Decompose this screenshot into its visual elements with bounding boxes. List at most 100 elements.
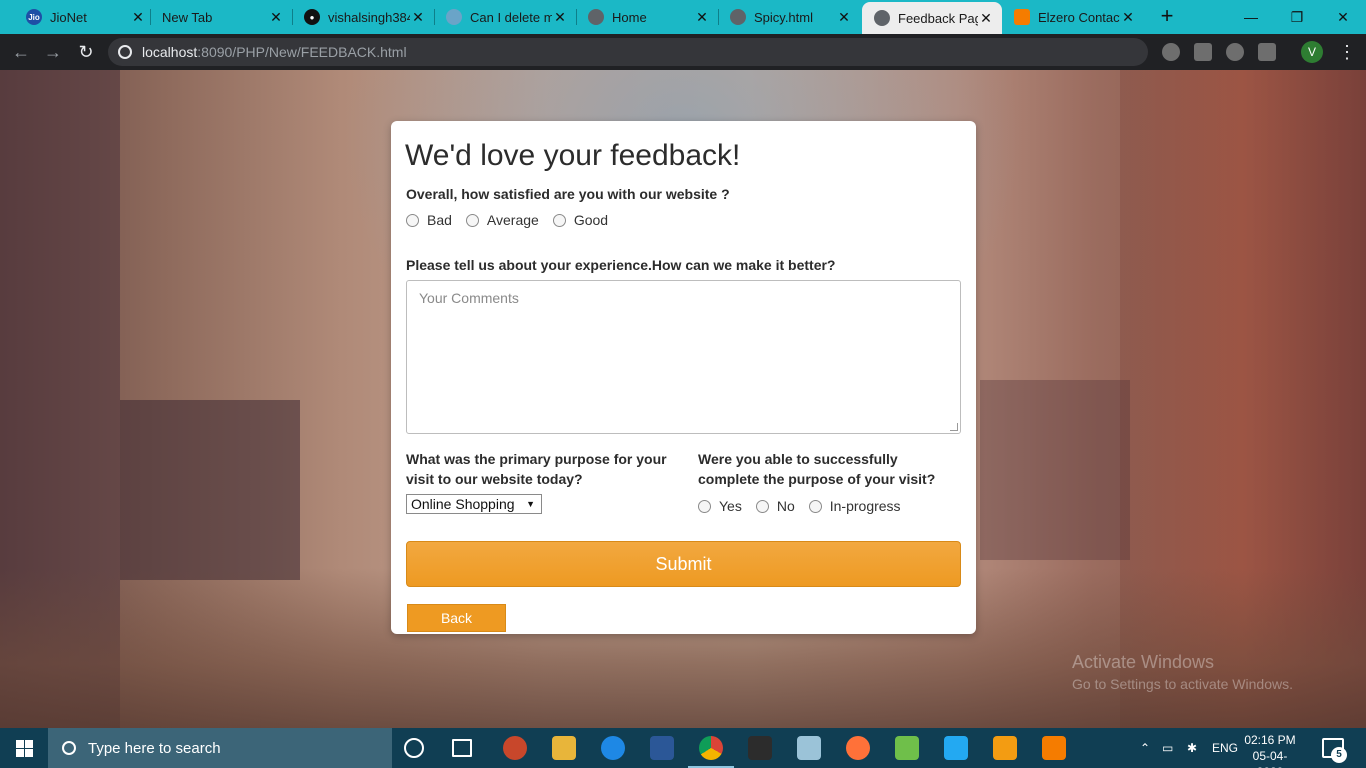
close-icon[interactable]: ✕ <box>978 10 994 27</box>
url-host: localhost <box>142 44 198 60</box>
search-placeholder: Type here to search <box>88 739 221 757</box>
tab-strip: Jio JioNet ✕ New Tab ✕ ● vishalsingh384 … <box>0 0 1366 34</box>
windows-icon <box>15 739 33 757</box>
close-window-button[interactable]: ✕ <box>1320 0 1366 34</box>
close-icon[interactable]: ✕ <box>552 9 568 26</box>
close-icon[interactable]: ✕ <box>1120 9 1136 26</box>
radio-label: No <box>776 498 795 514</box>
xampp-icon <box>1014 9 1030 25</box>
firefox-icon[interactable] <box>846 736 870 760</box>
chat-icon <box>446 9 462 25</box>
satisfaction-question: Overall, how satisfied are you with our … <box>406 186 730 202</box>
address-bar[interactable]: localhost:8090/PHP/New/FEEDBACK.html <box>108 38 1148 66</box>
clock[interactable]: 02:16 PM 05-04-2020 <box>1240 732 1300 768</box>
cortana-icon[interactable] <box>404 738 424 758</box>
extension-icon[interactable] <box>1258 43 1276 61</box>
url-path: :8090/PHP/New/FEEDBACK.html <box>197 44 407 60</box>
success-question: Were you able to successfully complete t… <box>698 451 936 487</box>
task-view-icon[interactable] <box>452 739 472 757</box>
activation-watermark-text: Go to Settings to activate Windows. <box>1072 676 1293 692</box>
purpose-select[interactable]: Online Shopping ▼ <box>406 494 542 514</box>
close-icon[interactable]: ✕ <box>410 9 426 26</box>
reload-icon[interactable]: ↻ <box>75 41 97 63</box>
cart-extension-icon[interactable] <box>1194 43 1212 61</box>
comments-placeholder: Your Comments <box>419 290 519 306</box>
file-explorer-icon[interactable] <box>552 736 576 760</box>
background-shop <box>120 400 300 580</box>
github-icon: ● <box>304 9 320 25</box>
site-info-icon[interactable] <box>118 45 132 59</box>
taskbar: Type here to search ⌃ ▭ ✱ ENG 02:16 PM 0… <box>0 728 1366 768</box>
language-indicator[interactable]: ENG <box>1212 728 1238 768</box>
forward-arrow-icon[interactable]: → <box>42 41 64 63</box>
close-icon[interactable]: ✕ <box>836 9 852 26</box>
back-button[interactable]: Back <box>407 604 506 632</box>
globe-icon <box>588 9 604 25</box>
purpose-question: What was the primary purpose for your vi… <box>406 451 667 487</box>
tab-spicy[interactable]: Spicy.html ✕ <box>718 0 860 34</box>
edge-icon[interactable] <box>601 736 625 760</box>
close-icon[interactable]: ✕ <box>694 9 710 26</box>
page-background: Activate Windows Go to Settings to activ… <box>0 70 1366 728</box>
dev-cpp-icon[interactable] <box>748 736 772 760</box>
sublime-text-icon[interactable] <box>993 736 1017 760</box>
radio-yes[interactable] <box>698 499 711 513</box>
radio-no[interactable] <box>755 499 769 513</box>
tab-jionet[interactable]: Jio JioNet ✕ <box>14 0 154 34</box>
tab-title: Home <box>612 9 647 25</box>
resize-handle[interactable] <box>950 423 958 431</box>
search-icon <box>62 741 76 755</box>
feedback-card: We'd love your feedback! Overall, how sa… <box>391 121 976 634</box>
profile-avatar[interactable]: V <box>1301 41 1323 63</box>
tab-title: Spicy.html <box>754 9 813 25</box>
close-icon[interactable]: ✕ <box>130 9 146 26</box>
jio-icon: Jio <box>26 9 42 25</box>
minimize-button[interactable]: — <box>1228 0 1274 34</box>
radio-good[interactable] <box>552 213 566 227</box>
success-options: Yes No In-progress <box>698 498 915 514</box>
radio-label: Bad <box>427 212 452 228</box>
start-button[interactable] <box>0 728 48 768</box>
comments-textarea[interactable]: Your Comments <box>406 280 961 434</box>
chrome-icon[interactable] <box>699 736 723 760</box>
network-icon[interactable]: ✱ <box>1187 728 1197 768</box>
tab-elzero-contact[interactable]: Elzero Contact ✕ <box>1002 0 1144 34</box>
radio-in-progress[interactable] <box>808 499 822 513</box>
restore-button[interactable]: ❐ <box>1274 0 1320 34</box>
page-title: We'd love your feedback! <box>405 139 741 172</box>
extension-icon[interactable] <box>1162 43 1180 61</box>
word-icon[interactable] <box>650 736 674 760</box>
new-tab-button[interactable]: + <box>1155 5 1179 29</box>
radio-label: Good <box>573 212 609 228</box>
extension-icon[interactable] <box>1226 43 1244 61</box>
tab-title: Elzero Contact <box>1038 9 1120 25</box>
clock-time: 02:16 PM <box>1244 733 1296 747</box>
tab-title: Can I delete m <box>470 9 552 25</box>
tab-can-i-delete[interactable]: Can I delete m ✕ <box>434 0 576 34</box>
notification-badge: 5 <box>1331 747 1347 763</box>
tab-feedback-page[interactable]: Feedback Page ✕ <box>862 2 1002 34</box>
taskbar-search[interactable]: Type here to search <box>48 728 392 768</box>
tab-title: vishalsingh384 <box>328 9 410 25</box>
tab-github[interactable]: ● vishalsingh384 ✕ <box>292 0 434 34</box>
radio-bad[interactable] <box>406 213 419 227</box>
notepad-plus-plus-icon[interactable] <box>895 736 919 760</box>
clock-date: 05-04-2020 <box>1252 749 1288 768</box>
xampp-icon[interactable] <box>1042 736 1066 760</box>
powerpoint-icon[interactable] <box>503 736 527 760</box>
chevron-down-icon: ▼ <box>526 499 535 509</box>
chevron-up-icon[interactable]: ⌃ <box>1140 728 1150 768</box>
tab-home[interactable]: Home ✕ <box>576 0 718 34</box>
tab-title: New Tab <box>162 9 213 25</box>
submit-button[interactable]: Submit <box>406 541 961 587</box>
close-icon[interactable]: ✕ <box>268 9 284 26</box>
back-arrow-icon[interactable]: ← <box>10 41 32 63</box>
battery-icon[interactable]: ▭ <box>1162 728 1173 768</box>
menu-icon[interactable]: ⋮ <box>1338 40 1356 64</box>
notes-icon[interactable] <box>797 736 821 760</box>
radio-average[interactable] <box>465 213 479 227</box>
tab-title: JioNet <box>50 9 87 25</box>
vscode-icon[interactable] <box>944 736 968 760</box>
tab-new-tab[interactable]: New Tab ✕ <box>150 0 292 34</box>
globe-icon <box>730 9 746 25</box>
